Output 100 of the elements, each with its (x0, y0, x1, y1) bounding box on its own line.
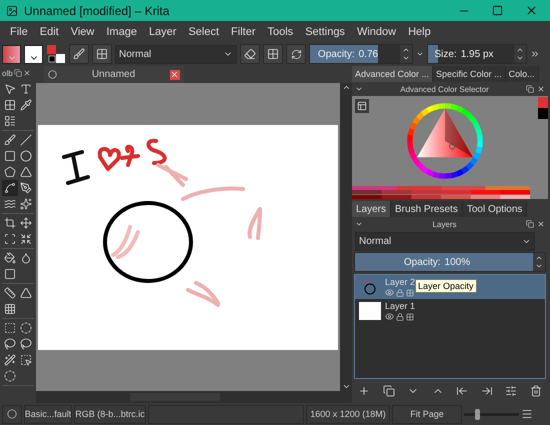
color-swatches-icon[interactable] (46, 44, 66, 64)
docker-tab[interactable]: Tool Options (462, 201, 528, 217)
tool-button[interactable] (18, 97, 34, 113)
scroll-down-icon (342, 382, 350, 391)
tool-button[interactable] (2, 285, 18, 301)
rect-select-icon (4, 322, 16, 334)
menu-item[interactable]: Layer (142, 26, 182, 38)
indent-icon (480, 385, 493, 397)
blend-mode-dropdown[interactable]: Normal (115, 44, 237, 64)
similar-select-icon (20, 354, 32, 366)
layer-row[interactable]: Layer 1 (355, 299, 545, 323)
zoom-status[interactable]: Fit Page (392, 404, 462, 424)
magic-wand-icon (4, 354, 16, 366)
menu-item[interactable]: Select (182, 26, 226, 38)
tool-button[interactable] (18, 285, 34, 301)
tool-button[interactable] (18, 336, 34, 352)
tool-button[interactable] (2, 266, 18, 282)
color-swatches-icon[interactable] (538, 97, 548, 121)
curve-icon (4, 182, 16, 194)
menu-item[interactable]: Image (100, 26, 143, 38)
tool-button[interactable] (2, 352, 18, 368)
tool-button[interactable] (18, 231, 34, 247)
blend-mode-dropdown[interactable]: Normal (355, 232, 535, 251)
menu-item[interactable]: Settings (299, 26, 351, 38)
reload-icon (290, 48, 302, 60)
float-icon (526, 85, 534, 93)
spin-field[interactable]: Opacity: 100% (354, 252, 546, 272)
layer-name: Layer 2 (385, 277, 416, 287)
field-value: 0.76 (358, 48, 378, 60)
tool-button[interactable] (18, 180, 34, 196)
brush-status[interactable]: Basic...fault (24, 404, 72, 424)
reload-button[interactable] (286, 44, 306, 64)
add-layer-icon (358, 385, 370, 397)
tool-button[interactable] (18, 196, 34, 212)
spin-field[interactable]: Opacity: 0.76 (309, 44, 413, 64)
lock-icon (396, 288, 404, 296)
spin-field[interactable]: Size: 1.95 px (427, 44, 527, 64)
status-icon-cell[interactable] (2, 404, 22, 424)
color-history-strip[interactable] (352, 194, 530, 199)
color-space-status[interactable]: RGB (8-b...btrc.ic (74, 404, 146, 424)
float-icon (14, 69, 22, 77)
close-icon[interactable] (525, 4, 538, 17)
float-icon (526, 220, 534, 228)
docker-tab[interactable]: Colo... (506, 66, 539, 82)
tool-button[interactable] (2, 113, 18, 129)
horizontal-scrollbar[interactable] (36, 391, 352, 403)
menu-item[interactable]: Filter (225, 26, 262, 38)
zoom-thumb[interactable] (475, 408, 480, 420)
tool-button[interactable] (18, 352, 34, 368)
window-title: Unnamed [modified] – Krita (24, 4, 170, 18)
eraser-button[interactable] (240, 44, 260, 64)
settings-button[interactable] (355, 99, 369, 113)
docker-tab[interactable]: Brush Presets (391, 201, 463, 217)
color-history-strip[interactable] (352, 186, 530, 190)
brush-tool-button[interactable] (69, 44, 89, 64)
brush-preset-swatch[interactable] (2, 44, 21, 64)
menu-item[interactable]: Edit (34, 26, 65, 38)
tool-button[interactable] (2, 132, 18, 148)
docker-tab[interactable]: Specific Color ... (433, 66, 506, 82)
menu-item[interactable]: Tools (262, 26, 300, 38)
more-icon (530, 49, 540, 59)
tool-button[interactable] (2, 215, 18, 231)
menu-item[interactable]: Help (402, 26, 437, 38)
tool-button[interactable] (2, 250, 18, 266)
wave-icon (4, 198, 16, 210)
tool-button[interactable] (2, 301, 18, 317)
document-tab[interactable]: Unnamed (44, 66, 184, 83)
docker-tab[interactable]: Layers (352, 201, 392, 217)
alpha-button[interactable] (263, 44, 283, 64)
tool-button[interactable] (2, 231, 18, 247)
tool-button[interactable] (2, 148, 18, 164)
eye-icon (385, 288, 394, 297)
field-label: Opacity: (318, 48, 355, 60)
toolbox-title: olb (2, 68, 13, 78)
text-icon (20, 83, 32, 95)
tool-button[interactable] (2, 368, 18, 384)
eye-icon (385, 312, 394, 321)
close-tab-icon[interactable] (170, 70, 180, 80)
square-icon (4, 150, 16, 162)
tool-button[interactable] (2, 97, 18, 113)
brush-editor-button[interactable] (92, 44, 112, 64)
maximize-icon[interactable] (492, 5, 503, 16)
tool-button[interactable] (18, 215, 34, 231)
pointer-icon (4, 83, 16, 95)
collapse-icon (355, 220, 363, 228)
docker-tab[interactable]: Advanced Color ... (352, 66, 434, 82)
color-history-strip[interactable] (352, 190, 530, 195)
tool-button[interactable] (2, 180, 18, 196)
tool-button[interactable] (2, 320, 18, 336)
tool-button[interactable] (2, 164, 18, 180)
gradient-swatch[interactable] (24, 44, 43, 64)
menu-item[interactable]: Window (350, 26, 402, 38)
crop-icon (4, 217, 16, 229)
menu-item[interactable]: File (4, 26, 34, 38)
menu-item[interactable]: View (64, 26, 100, 38)
tool-button[interactable] (2, 336, 18, 352)
polygon-icon (4, 166, 16, 178)
tool-button[interactable] (18, 320, 34, 336)
tool-button[interactable] (18, 164, 34, 180)
tool-button[interactable] (18, 148, 34, 164)
